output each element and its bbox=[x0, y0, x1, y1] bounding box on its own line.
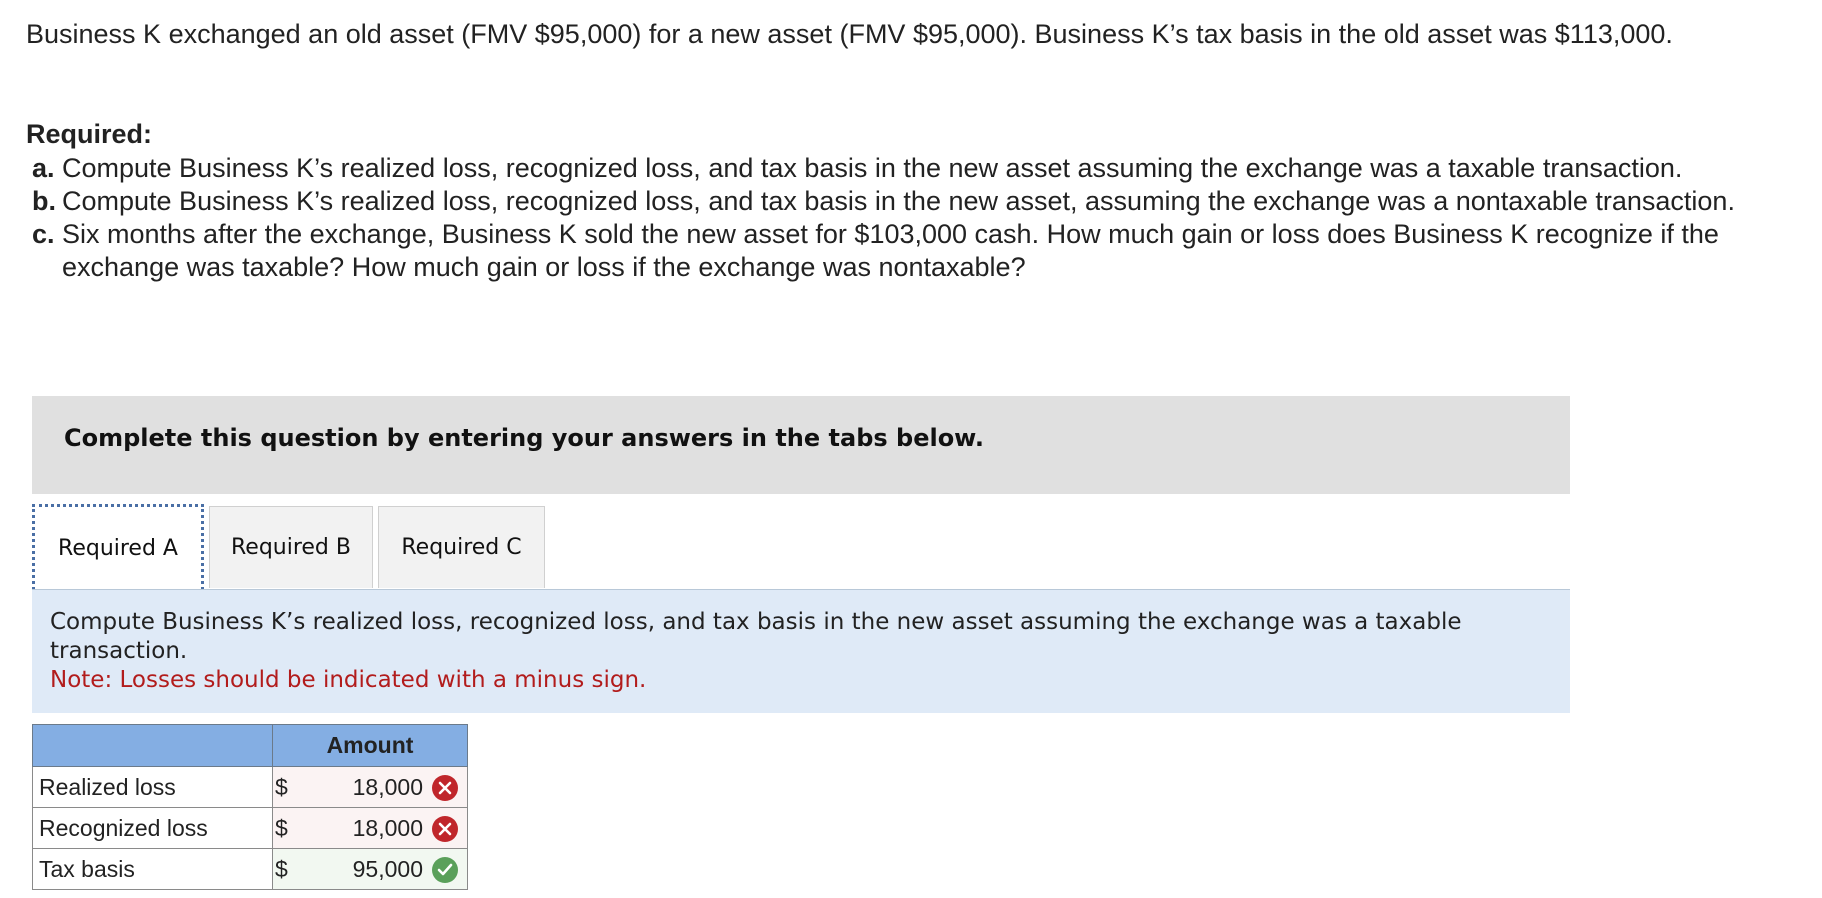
tab-required-c[interactable]: Required C bbox=[378, 506, 545, 588]
required-item-letter: c. bbox=[32, 219, 55, 249]
tab-required-b[interactable]: Required B bbox=[209, 506, 373, 588]
tab-instructions: Compute Business K’s realized loss, reco… bbox=[32, 590, 1570, 713]
instructions-text: Compute Business K’s realized loss, reco… bbox=[50, 609, 1462, 664]
homework-page: Business K exchanged an old asset (FMV $… bbox=[0, 0, 1822, 898]
check-circle-icon bbox=[432, 857, 458, 883]
amount-value: 18,000 bbox=[352, 815, 423, 841]
currency-symbol: $ bbox=[275, 856, 288, 882]
amount-value: 95,000 bbox=[352, 856, 423, 882]
tax-basis-input[interactable]: $ 95,000 bbox=[272, 848, 468, 890]
tab-required-a[interactable]: Required A bbox=[32, 504, 204, 590]
header-amount-cell: Amount bbox=[272, 724, 468, 767]
currency-symbol: $ bbox=[275, 774, 288, 800]
required-item-text: Six months after the exchange, Business … bbox=[62, 219, 1719, 282]
required-item-letter: a. bbox=[32, 153, 55, 183]
answer-table: Amount Realized loss $ 18,000 Recognized… bbox=[32, 724, 468, 890]
required-item-a: a. Compute Business K’s realized loss, r… bbox=[26, 152, 1746, 185]
required-item-letter: b. bbox=[32, 186, 56, 216]
required-section: Required: a. Compute Business K’s realiz… bbox=[26, 118, 1746, 284]
realized-loss-input[interactable]: $ 18,000 bbox=[272, 766, 468, 808]
amount-value: 18,000 bbox=[352, 774, 423, 800]
currency-symbol: $ bbox=[275, 815, 288, 841]
table-row: Tax basis $ 95,000 bbox=[32, 848, 468, 890]
recognized-loss-input[interactable]: $ 18,000 bbox=[272, 807, 468, 849]
required-item-b: b. Compute Business K’s realized loss, r… bbox=[26, 185, 1746, 218]
problem-statement: Business K exchanged an old asset (FMV $… bbox=[26, 19, 1673, 49]
instructions-note: Note: Losses should be indicated with a … bbox=[50, 667, 647, 693]
row-label-tax-basis: Tax basis bbox=[32, 848, 273, 890]
row-label-recognized-loss: Recognized loss bbox=[32, 807, 273, 849]
required-item-c: c. Six months after the exchange, Busine… bbox=[26, 218, 1746, 284]
required-item-text: Compute Business K’s realized loss, reco… bbox=[62, 153, 1683, 183]
header-label-cell bbox=[32, 724, 273, 767]
table-row: Realized loss $ 18,000 bbox=[32, 766, 468, 808]
table-row: Recognized loss $ 18,000 bbox=[32, 807, 468, 849]
banner-text: Complete this question by entering your … bbox=[64, 424, 984, 452]
x-circle-icon bbox=[432, 816, 458, 842]
row-label-realized-loss: Realized loss bbox=[32, 766, 273, 808]
instructions-banner: Complete this question by entering your … bbox=[32, 396, 1570, 494]
required-item-text: Compute Business K’s realized loss, reco… bbox=[62, 186, 1735, 216]
required-heading: Required: bbox=[26, 119, 153, 149]
x-circle-icon bbox=[432, 775, 458, 801]
answer-table-header: Amount bbox=[32, 724, 468, 767]
